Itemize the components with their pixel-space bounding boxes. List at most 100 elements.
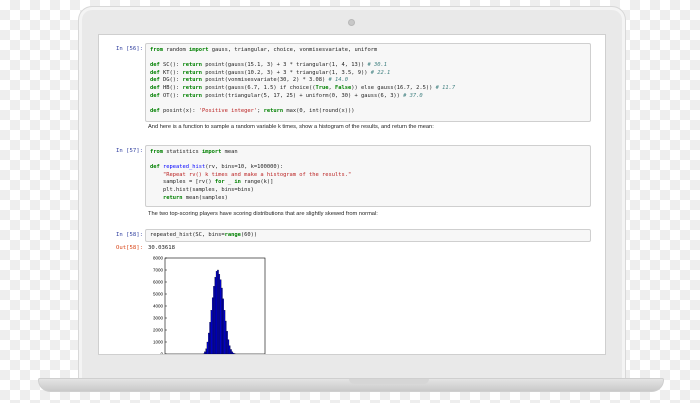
histogram-bar: [217, 269, 219, 354]
code-token: # 22.1: [370, 69, 391, 76]
code-token: return: [263, 107, 284, 114]
histogram-bar: [214, 277, 217, 354]
y-tick-label: 6000: [153, 280, 164, 285]
code-token: True: [315, 84, 329, 91]
code-token: # 14.0: [328, 77, 349, 84]
code-token: import: [188, 47, 209, 53]
histogram-bar: [204, 351, 206, 354]
histogram-bar: [218, 274, 221, 354]
code-line: repeated_hist(SC, bins=range(60)): [150, 232, 586, 240]
markdown-text: And here is a function to sample a rando…: [148, 124, 434, 130]
input-prompt: In [57]:: [116, 148, 143, 154]
code-token: def: [150, 77, 160, 84]
histogram-bar: [231, 351, 234, 354]
code-token: range: [224, 232, 241, 238]
code-token: # 30.1: [367, 62, 387, 69]
code-token: return: [162, 194, 183, 201]
code-line: def DG(): return posint(vonmisesvariate(…: [150, 77, 586, 85]
code-line: def repeated_hist(rv, bins=10, k=100000)…: [150, 164, 586, 172]
code-token: # 37.0: [403, 92, 423, 99]
code-token: 'Positive integer': [198, 107, 258, 114]
histogram-bar: [222, 298, 224, 354]
webcam-icon: [348, 19, 355, 26]
histogram-bar: [205, 348, 208, 354]
code-token: posint(vonmisesvariate(30, 2) * 3.08): [201, 77, 329, 84]
histogram-bar: [224, 320, 227, 354]
code-token: range(k)]: [240, 179, 274, 186]
code-token: repeated_hist: [163, 164, 206, 171]
code-line: def KT(): return posint(gauss(10.2, 3) +…: [150, 70, 586, 78]
y-tick-label: 4000: [153, 304, 164, 309]
code-token: def: [150, 107, 160, 114]
code-line: return mean(samples): [150, 195, 586, 203]
code-line: def OT(): return posint(triangular(5, 17…: [150, 93, 586, 101]
code-token: return: [182, 62, 202, 69]
code-line: def posint(x): 'Positive integer'; retur…: [150, 108, 586, 116]
markdown-text: The two top-scoring players have scoring…: [148, 211, 378, 217]
code-token: (rv, bins=10, k=100000):: [205, 164, 284, 171]
code-token: def: [150, 84, 160, 91]
code-line: "Repeat rv() k times and make a histogra…: [150, 172, 586, 180]
code-token: max(0, int(round(x))): [283, 107, 355, 114]
code-token: return: [182, 92, 202, 99]
input-prompt: In [56]:: [116, 46, 143, 52]
histogram-bar: [211, 297, 214, 354]
y-tick-label: 3000: [153, 316, 164, 321]
code-token: posint(x):: [159, 107, 199, 114]
histogram-bar: [213, 286, 215, 354]
code-token: return: [182, 77, 202, 84]
code-token: posint(gauss(15.1, 3) + 3 * triangular(1…: [201, 62, 368, 69]
histogram-bar: [208, 332, 210, 354]
histogram-bar: [206, 341, 209, 354]
code-token: (60)): [240, 232, 258, 238]
code-token: # 11.7: [435, 84, 456, 91]
code-line: def SC(): return posint(gauss(15.1, 3) +…: [150, 62, 586, 70]
histogram-bar: [209, 322, 211, 354]
code-token: gauss, triangular, choice, vonmisesvaria…: [208, 47, 378, 53]
code-token: posint(gauss(10.2, 3) + 3 * triangular(1…: [201, 69, 371, 76]
code-line: plt.hist(samples, bins=bins): [150, 187, 586, 195]
code-token: posint(triangular(5, 17, 25) + uniform(0…: [201, 92, 404, 99]
histogram-bar: [227, 339, 230, 354]
output-prompt: Out[58]:: [116, 245, 143, 251]
y-tick-label: 7000: [153, 268, 164, 273]
code-token: for: [214, 179, 225, 186]
code-editor[interactable]: from statistics import mean def repeated_…: [145, 145, 591, 207]
code-line: from random import gauss, triangular, ch…: [150, 47, 586, 55]
y-tick-label: 1000: [153, 340, 164, 345]
code-line: from statistics import mean: [150, 149, 586, 157]
code-token: False: [335, 84, 352, 91]
histogram-bar: [223, 310, 226, 354]
code-token: def: [150, 92, 160, 99]
code-token: statistics: [162, 149, 202, 155]
code-token: SC():: [159, 62, 183, 69]
code-line: samples = [rv() for _ in range(k)]: [150, 179, 586, 187]
y-tick-label: 8000: [153, 256, 164, 261]
histogram-bar: [226, 331, 228, 354]
code-token: return: [182, 84, 202, 91]
histogram-bar: [232, 352, 235, 354]
histogram-bar: [228, 345, 231, 354]
code-token: "Repeat rv() k times and make a histogra…: [162, 171, 352, 178]
code-token: OT():: [159, 92, 183, 99]
code-token: random: [166, 47, 186, 53]
code-token: KT():: [159, 69, 183, 76]
code-token: from: [150, 149, 163, 155]
code-token: plt.hist(samples, bins=bins): [150, 186, 254, 193]
code-token: mean(samples): [182, 194, 228, 201]
notebook-screen[interactable]: In [56]: from random import gauss, trian…: [98, 34, 606, 355]
code-token: def: [150, 62, 160, 69]
code-editor[interactable]: repeated_hist(SC, bins=range(60)): [145, 229, 591, 242]
code-token: HB():: [159, 84, 183, 91]
histogram-bar: [221, 287, 223, 354]
histogram-bar: [210, 310, 213, 354]
code-token: import: [201, 149, 222, 155]
code-token: from: [150, 47, 163, 53]
y-tick-label: 0: [160, 352, 163, 356]
code-editor[interactable]: from random import gauss, triangular, ch…: [145, 43, 591, 122]
code-token: samples = [rv(): [150, 179, 215, 186]
code-line: def HB(): return posint(gauss(6.7, 1.5) …: [150, 85, 586, 93]
